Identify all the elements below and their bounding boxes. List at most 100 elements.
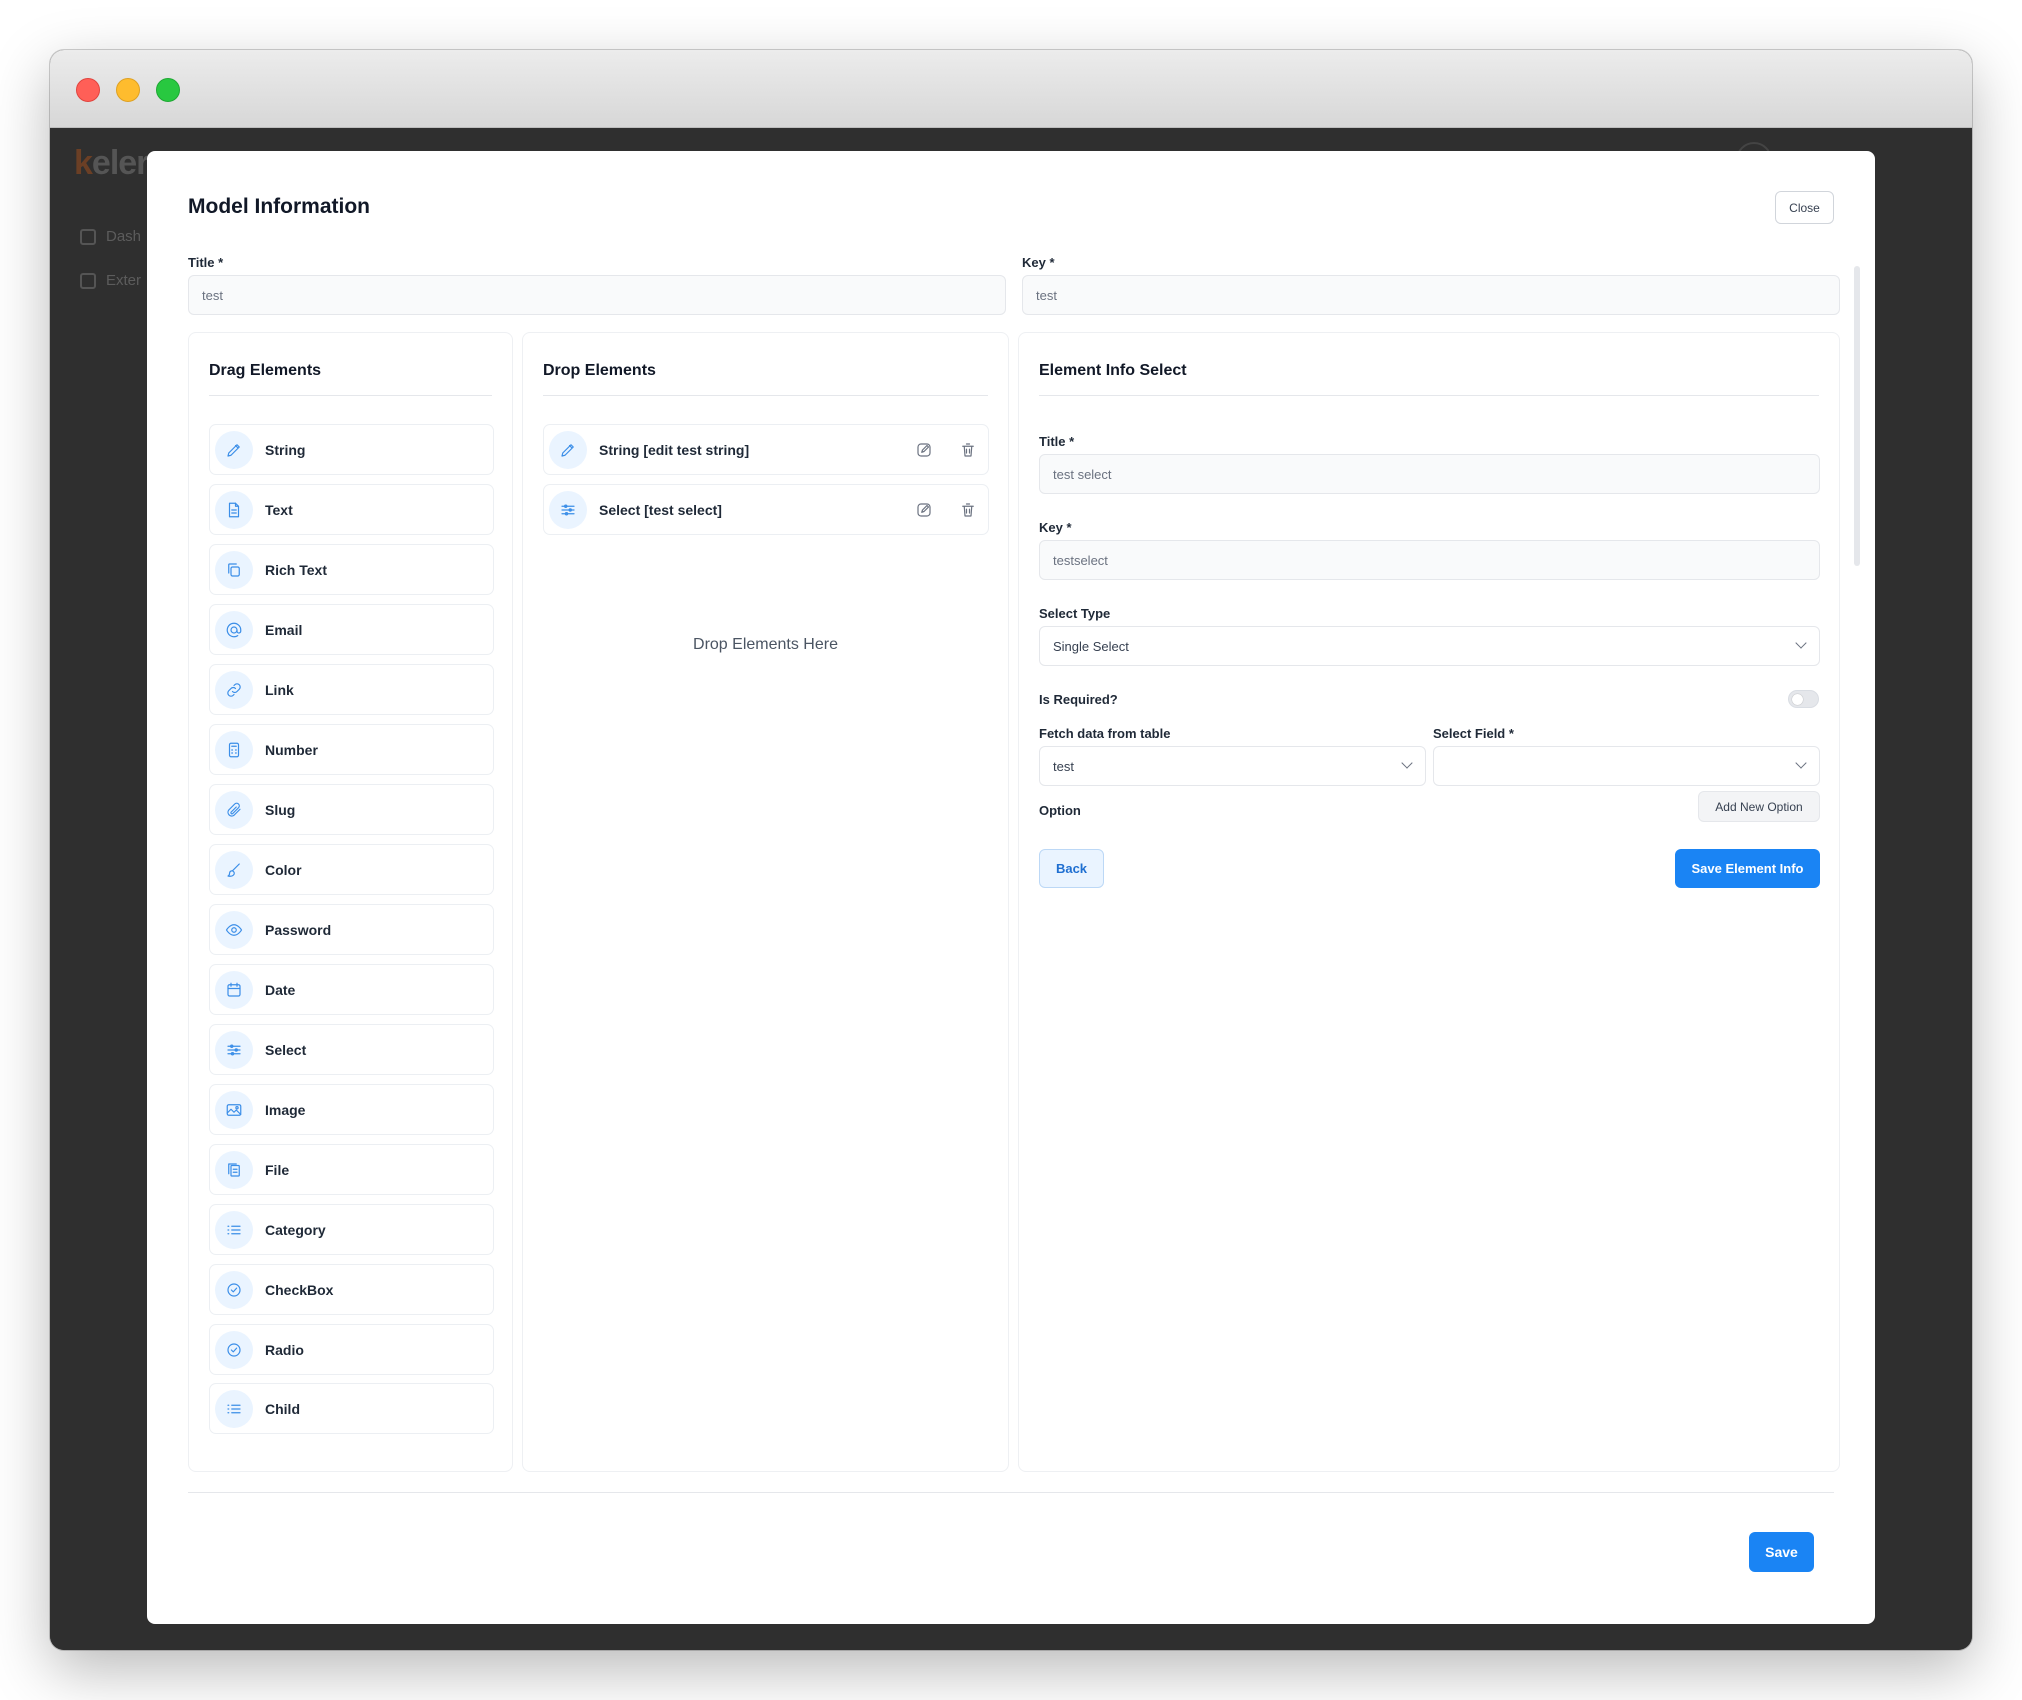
add-new-option-button[interactable]: Add New Option — [1698, 791, 1820, 822]
element-title-label: Title * — [1039, 434, 1075, 449]
drag-item-label: Color — [265, 861, 302, 878]
drag-item-label: Text — [265, 501, 293, 518]
drag-item-rich-text[interactable]: Rich Text — [209, 544, 494, 595]
trash-icon[interactable] — [959, 441, 977, 459]
divider — [543, 395, 988, 396]
drag-item-select[interactable]: Select — [209, 1024, 494, 1075]
fetch-table-label: Fetch data from table — [1039, 726, 1171, 741]
edit-icon[interactable] — [915, 441, 933, 459]
sliders-icon — [549, 490, 587, 529]
paperclip-icon — [215, 790, 253, 829]
select-field-dropdown[interactable] — [1433, 746, 1820, 786]
eye-icon — [215, 910, 253, 949]
calendar-icon — [215, 970, 253, 1009]
key-label: Key * — [1022, 255, 1055, 270]
close-window-button[interactable] — [76, 78, 100, 102]
drag-item-number[interactable]: Number — [209, 724, 494, 775]
link-icon — [215, 670, 253, 709]
copy-icon — [215, 550, 253, 589]
element-key-input[interactable]: testselect — [1039, 540, 1820, 580]
divider — [1039, 395, 1819, 396]
drag-item-checkbox[interactable]: CheckBox — [209, 1264, 494, 1315]
drag-item-label: Number — [265, 741, 318, 758]
element-title-input[interactable]: test select — [1039, 454, 1820, 494]
bg-nav-item-extensions: Exter — [80, 272, 141, 289]
is-required-label: Is Required? — [1039, 692, 1118, 707]
is-required-toggle[interactable] — [1788, 690, 1819, 708]
select-field-label: Select Field * — [1433, 726, 1514, 741]
drag-item-radio[interactable]: Radio — [209, 1324, 494, 1375]
files-icon — [215, 1150, 253, 1189]
check-circle-icon — [215, 1270, 253, 1309]
drag-item-label: Password — [265, 921, 332, 938]
window-titlebar — [50, 50, 1972, 128]
app-window: keler Dash Exter Model Information Close… — [50, 50, 1972, 1650]
fetch-table-dropdown[interactable]: test — [1039, 746, 1426, 786]
model-information-modal: Model Information Close Title * test Key… — [147, 151, 1875, 1624]
zoom-window-button[interactable] — [156, 78, 180, 102]
drag-item-string[interactable]: String — [209, 424, 494, 475]
save-element-info-button[interactable]: Save Element Info — [1675, 849, 1820, 888]
drag-item-label: Link — [265, 681, 294, 698]
drag-item-label: Child — [265, 1400, 300, 1417]
title-input-value: test — [202, 287, 223, 303]
drag-item-email[interactable]: Email — [209, 604, 494, 655]
select-type-dropdown[interactable]: Single Select — [1039, 626, 1820, 666]
list-icon — [215, 1389, 253, 1428]
dropped-item-string[interactable]: String [edit test string] — [543, 424, 989, 475]
app-logo: keler — [74, 144, 149, 182]
drag-item-text[interactable]: Text — [209, 484, 494, 535]
toggle-knob — [1792, 694, 1803, 705]
edit-icon[interactable] — [915, 501, 933, 519]
minimize-window-button[interactable] — [116, 78, 140, 102]
brush-icon — [215, 850, 253, 889]
chevron-down-icon — [1401, 757, 1413, 769]
drag-item-label: Select — [265, 1041, 307, 1058]
grid-icon — [80, 272, 96, 289]
element-info-panel: Element Info Select Title * test select … — [1018, 332, 1840, 1472]
pencil-icon — [215, 430, 253, 469]
drag-item-link[interactable]: Link — [209, 664, 494, 715]
drag-item-child[interactable]: Child — [209, 1383, 494, 1434]
back-button[interactable]: Back — [1039, 849, 1104, 888]
drag-item-category[interactable]: Category — [209, 1204, 494, 1255]
option-label: Option — [1039, 803, 1081, 818]
element-key-value: testselect — [1053, 552, 1108, 568]
drop-panel-title: Drop Elements — [543, 362, 656, 379]
modal-scrollbar[interactable] — [1854, 266, 1860, 566]
element-title-value: test select — [1053, 466, 1112, 482]
dropped-item-label: Select [test select] — [599, 501, 722, 518]
drag-item-date[interactable]: Date — [209, 964, 494, 1015]
drag-item-label: Date — [265, 981, 296, 998]
close-button[interactable]: Close — [1775, 191, 1834, 224]
drag-item-label: Slug — [265, 801, 296, 818]
drag-item-password[interactable]: Password — [209, 904, 494, 955]
drag-item-file[interactable]: File — [209, 1144, 494, 1195]
drag-item-label: String — [265, 441, 306, 458]
pencil-icon — [549, 430, 587, 469]
drag-item-label: File — [265, 1161, 290, 1178]
select-type-value: Single Select — [1053, 638, 1129, 654]
drag-item-label: Radio — [265, 1341, 304, 1358]
drag-item-color[interactable]: Color — [209, 844, 494, 895]
check-circle-icon — [215, 1330, 253, 1369]
title-input[interactable]: test — [188, 275, 1006, 315]
dropped-item-select[interactable]: Select [test select] — [543, 484, 989, 535]
divider — [209, 395, 492, 396]
drag-item-slug[interactable]: Slug — [209, 784, 494, 835]
drag-item-label: Email — [265, 621, 303, 638]
dropped-item-label: String [edit test string] — [599, 441, 750, 458]
drag-item-label: Image — [265, 1101, 306, 1118]
key-input-value: test — [1036, 287, 1057, 303]
document-icon — [215, 490, 253, 529]
chevron-down-icon — [1795, 637, 1807, 649]
title-label: Title * — [188, 255, 224, 270]
trash-icon[interactable] — [959, 501, 977, 519]
drop-elements-panel[interactable]: Drop Elements String [edit test string] … — [522, 332, 1009, 1472]
drag-item-label: CheckBox — [265, 1281, 334, 1298]
save-button[interactable]: Save — [1749, 1532, 1814, 1572]
list-icon — [215, 1210, 253, 1249]
key-input[interactable]: test — [1022, 275, 1840, 315]
chevron-down-icon — [1795, 757, 1807, 769]
drag-item-image[interactable]: Image — [209, 1084, 494, 1135]
